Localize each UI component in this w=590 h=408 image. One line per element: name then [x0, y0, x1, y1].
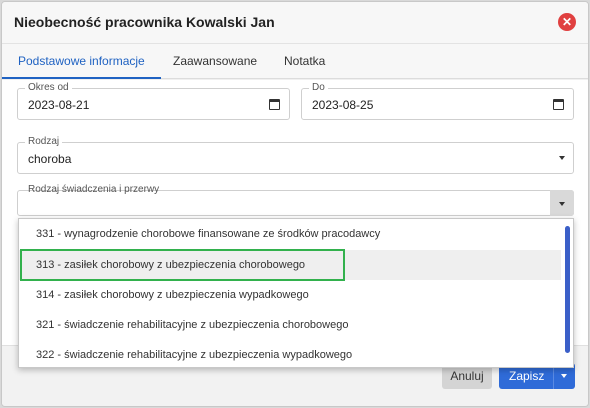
date-from-field[interactable]: Okres od 2023-08-21 [17, 82, 290, 120]
benefit-type-dropdown: 331 - wynagrodzenie chorobowe finansowan… [18, 218, 574, 368]
tab-bar: Podstawowe informacje Zaawansowane Notat… [2, 44, 588, 79]
chevron-down-icon[interactable] [561, 374, 567, 378]
date-from-value: 2023-08-21 [28, 98, 90, 112]
save-button-label: Zapisz [509, 369, 545, 383]
dropdown-toggle-button[interactable] [550, 190, 574, 216]
date-to-label: Do [309, 82, 328, 93]
dropdown-option[interactable]: 322 - świadczenie rehabilitacyjne z ubez… [19, 340, 561, 370]
selection-highlight-box [20, 249, 345, 281]
dialog-title: Nieobecność pracownika Kowalski Jan [14, 14, 275, 30]
type-select[interactable]: Rodzaj choroba [17, 136, 574, 174]
benefit-type-label: Rodzaj świadczenia i przerwy [28, 184, 160, 195]
dialog-header: Nieobecność pracownika Kowalski Jan ✕ [2, 2, 588, 44]
chevron-down-icon[interactable] [559, 156, 565, 160]
date-from-label: Okres od [25, 82, 72, 93]
chevron-down-icon [559, 202, 565, 206]
dropdown-option[interactable]: 314 - zasiłek chorobowy z ubezpieczenia … [19, 280, 561, 310]
tab-note[interactable]: Notatka [284, 44, 325, 79]
date-to-field[interactable]: Do 2023-08-25 [301, 82, 574, 120]
absence-dialog: Nieobecność pracownika Kowalski Jan ✕ Po… [1, 1, 589, 407]
tab-advanced[interactable]: Zaawansowane [173, 44, 257, 79]
dropdown-option[interactable]: 321 - świadczenie rehabilitacyjne z ubez… [19, 310, 561, 340]
calendar-icon[interactable] [553, 99, 564, 110]
close-icon[interactable]: ✕ [558, 13, 576, 31]
benefit-type-select[interactable]: Rodzaj świadczenia i przerwy [17, 184, 574, 216]
calendar-icon[interactable] [269, 99, 280, 110]
dropdown-option[interactable]: 331 - wynagrodzenie chorobowe finansowan… [19, 219, 561, 249]
date-to-value: 2023-08-25 [312, 98, 374, 112]
type-label: Rodzaj [25, 136, 63, 147]
tab-basic-info[interactable]: Podstawowe informacje [2, 44, 161, 79]
scrollbar[interactable] [565, 226, 570, 353]
type-value: choroba [28, 152, 72, 166]
